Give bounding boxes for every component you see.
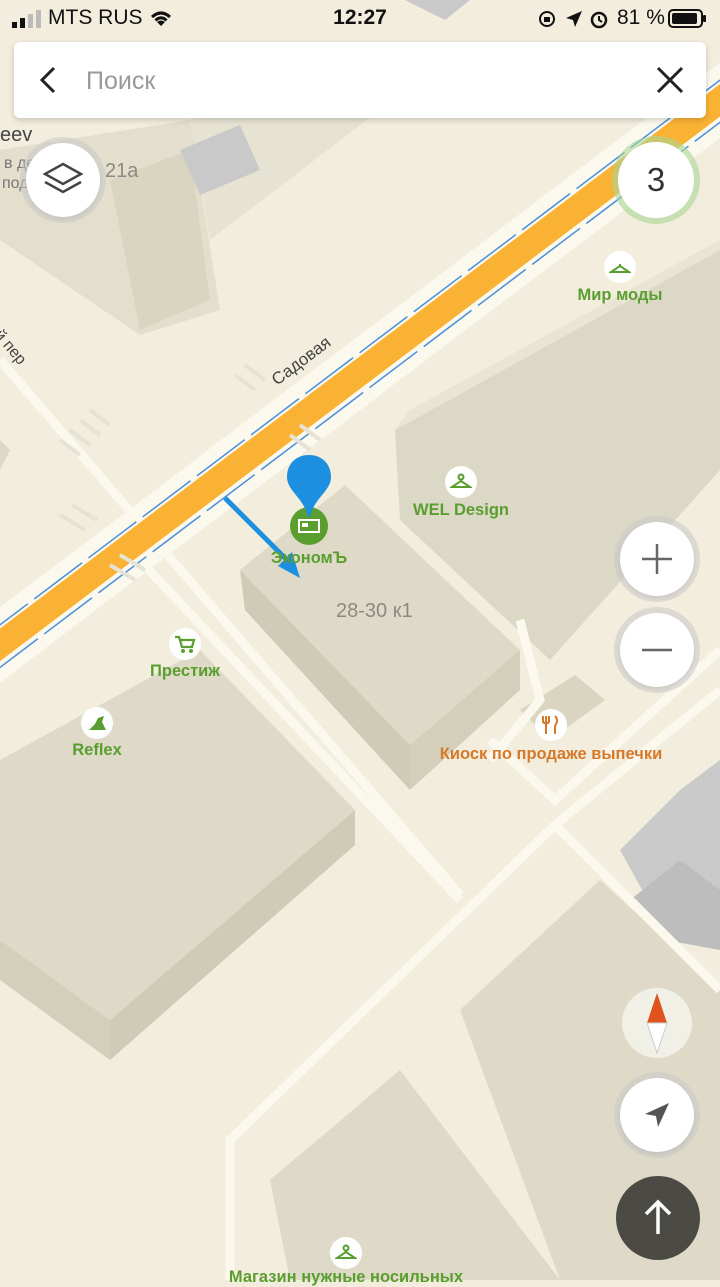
carrier-label: MTS RUS xyxy=(48,6,143,29)
poi-label-kiosk: Киоск по продаже выпечки xyxy=(439,745,663,763)
search-bar xyxy=(14,42,706,118)
shopping-cart-icon xyxy=(169,628,201,660)
poi-label-prestizh: Престиж xyxy=(150,662,220,680)
minus-icon xyxy=(642,648,672,652)
route-up-button[interactable] xyxy=(616,1176,700,1260)
signal-icon xyxy=(12,10,44,28)
clothes-hanger-icon xyxy=(330,1237,362,1269)
edge-sub-label-2: под xyxy=(2,175,29,192)
location-arrow-icon xyxy=(564,9,584,29)
layers-button[interactable] xyxy=(26,143,100,217)
poi-label-wel-design: WEL Design xyxy=(413,501,509,519)
building-label-main: 28-30 к1 xyxy=(336,600,413,622)
compass-button[interactable] xyxy=(622,988,692,1058)
clothes-hanger-icon xyxy=(604,251,636,283)
my-location-button[interactable] xyxy=(620,1078,694,1152)
search-input[interactable] xyxy=(84,60,648,102)
compass-icon xyxy=(646,993,668,1055)
status-bar: MTS RUS 12:27 81 % xyxy=(0,0,720,38)
traffic-level-button[interactable]: 3 xyxy=(618,142,694,218)
shoe-icon xyxy=(81,707,113,739)
poi-label-reflex: Reflex xyxy=(72,741,122,759)
zoom-out-button[interactable] xyxy=(620,613,694,687)
battery-icon xyxy=(668,9,708,28)
navigation-arrow-icon xyxy=(645,1103,669,1127)
zoom-in-button[interactable] xyxy=(620,522,694,596)
back-arrow-icon[interactable] xyxy=(32,62,68,98)
clothes-hanger-icon xyxy=(445,466,477,498)
map-canvas[interactable] xyxy=(0,0,720,1280)
poi-label-bottom-shop: Магазин нужные носильных xyxy=(228,1268,464,1286)
wifi-icon xyxy=(148,8,174,28)
alarm-icon xyxy=(589,8,609,30)
location-pin-icon[interactable] xyxy=(285,453,333,519)
close-icon[interactable] xyxy=(652,62,688,98)
edge-label: eev xyxy=(0,124,33,146)
building-label-21a: 21а xyxy=(105,160,139,182)
plus-icon xyxy=(642,544,672,574)
arrow-up-icon xyxy=(644,1199,672,1234)
poi-label-mir-mody: Мир моды xyxy=(577,286,663,304)
rotation-lock-icon xyxy=(537,9,557,29)
battery-percent: 81 % xyxy=(617,6,665,29)
traffic-level-value: 3 xyxy=(646,161,666,198)
poi-label-ekonom: ЭкономЪ xyxy=(270,549,348,567)
fork-knife-icon xyxy=(535,709,567,741)
layers-icon xyxy=(42,162,84,194)
